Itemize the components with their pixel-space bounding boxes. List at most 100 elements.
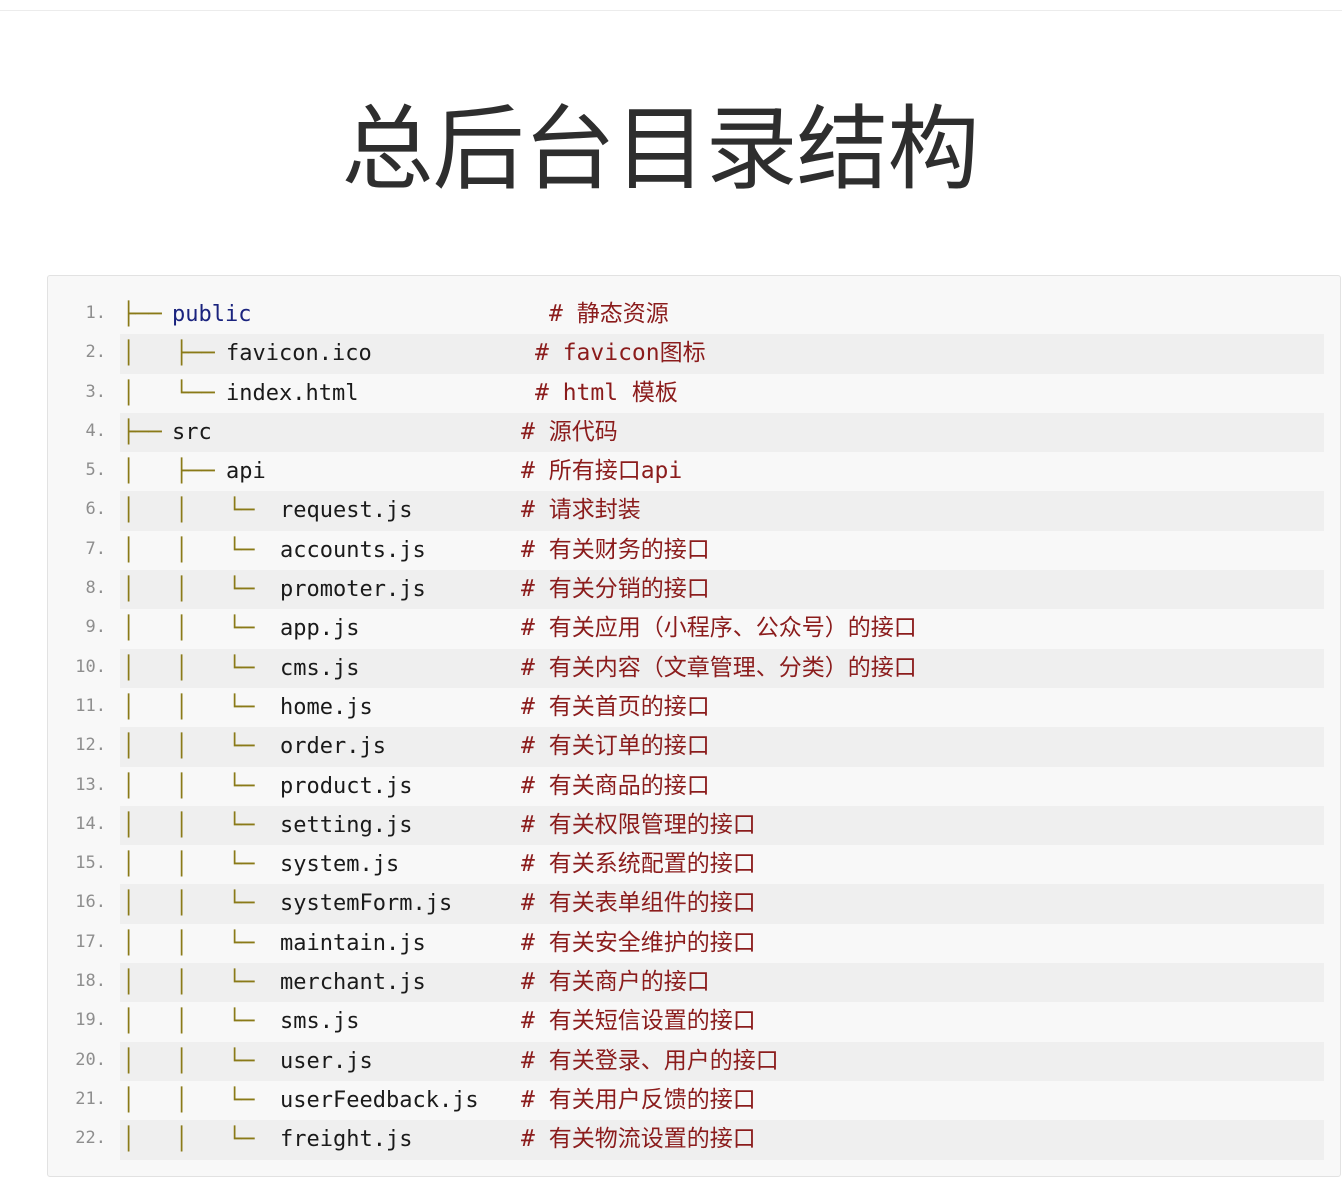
code-line: 1. ├── public # 静态资源 xyxy=(48,295,1340,334)
line-number: 1. xyxy=(85,303,106,323)
file-name: maintain.js xyxy=(280,930,426,956)
file-name: user.js xyxy=(280,1048,373,1074)
line-number: 20. xyxy=(75,1049,106,1070)
line-number: 5. xyxy=(85,460,106,481)
line-highlight xyxy=(120,452,1324,491)
file-name: request.js xyxy=(280,498,413,524)
tree-branch: │ │ └─ xyxy=(122,577,255,603)
code-comment: # 有关权限管理的接口 xyxy=(521,811,756,838)
line-number: 12. xyxy=(75,735,106,756)
line-number: 9. xyxy=(85,617,106,638)
line-number: 10. xyxy=(75,656,106,677)
code-line: 2. │ ├── favicon.ico # favicon图标 xyxy=(48,334,1340,374)
tree-branch: │ │ └─ xyxy=(122,812,255,838)
file-name: index.html xyxy=(226,380,359,406)
code-comment: # 请求封装 xyxy=(521,497,641,524)
code-comment: # 源代码 xyxy=(521,418,618,445)
tree-branch: │ │ └─ xyxy=(122,773,255,799)
top-divider xyxy=(0,10,1342,11)
file-name: app.js xyxy=(280,616,360,642)
tree-branch: │ │ └─ xyxy=(122,970,255,996)
line-highlight xyxy=(120,295,1324,334)
line-number: 17. xyxy=(75,931,106,952)
code-comment: # 有关首页的接口 xyxy=(521,693,710,720)
code-line: 15. │ │ └─ system.js # 有关系统配置的接口 xyxy=(48,845,1340,884)
line-number: 22. xyxy=(75,1128,106,1149)
code-line: 11. │ │ └─ home.js # 有关首页的接口 xyxy=(48,688,1340,727)
line-highlight xyxy=(120,412,1324,453)
tree-branch: │ │ └─ xyxy=(122,852,255,878)
line-number: 16. xyxy=(75,892,106,913)
tree-branch: │ │ └─ xyxy=(122,734,255,760)
code-line: 21. │ │ └─ userFeedback.js # 有关用户反馈的接口 xyxy=(48,1081,1340,1120)
tree-branch: │ │ └─ xyxy=(122,1087,255,1113)
code-comment: # 有关订单的接口 xyxy=(521,733,710,760)
code-line: 6. │ │ └─ request.js # 请求封装 xyxy=(48,491,1340,531)
page-title: 总后台目录结构 xyxy=(341,96,979,203)
tree-branch: │ │ └─ xyxy=(122,1048,255,1074)
file-name: public xyxy=(172,302,252,327)
tree-branch: ├── xyxy=(122,419,175,445)
code-line: 13. │ │ └─ product.js # 有关商品的接口 xyxy=(48,767,1340,806)
code-line: 16. │ │ └─ systemForm.js # 有关表单组件的接口 xyxy=(48,884,1340,924)
code-comment: # 有关内容（文章管理、分类）的接口 xyxy=(521,654,917,681)
code-comment: # 有关应用（小程序、公众号）的接口 xyxy=(521,615,917,642)
tree-branch: │ │ └─ xyxy=(122,498,255,524)
file-name: home.js xyxy=(280,694,373,720)
tree-branch: │ │ └─ xyxy=(122,1127,255,1153)
line-number: 15. xyxy=(75,853,106,874)
file-name: cms.js xyxy=(280,655,360,681)
line-number: 2. xyxy=(85,342,106,363)
line-number: 11. xyxy=(75,695,106,716)
code-line: 18. │ │ └─ merchant.js # 有关商户的接口 xyxy=(48,963,1340,1003)
file-name: systemForm.js xyxy=(280,891,453,917)
code-comment: # 所有接口api xyxy=(521,458,683,485)
code-lines: 1. ├── public # 静态资源 2. │ ├── favicon.ico # f… xyxy=(48,295,1340,1160)
line-number: 19. xyxy=(75,1010,106,1031)
file-name: freight.js xyxy=(280,1127,413,1153)
tree-branch: ├── xyxy=(122,302,175,327)
code-line: 8. │ │ └─ promoter.js # 有关分销的接口 xyxy=(48,570,1340,610)
tree-branch: │ │ └─ xyxy=(122,1009,255,1035)
file-name: sms.js xyxy=(280,1009,360,1035)
line-number: 14. xyxy=(75,813,106,834)
file-name: favicon.ico xyxy=(226,341,372,367)
line-number: 4. xyxy=(85,420,106,441)
code-line: 10. │ │ └─ cms.js # 有关内容（文章管理、分类）的接口 xyxy=(48,648,1340,688)
line-number: 7. xyxy=(85,538,106,559)
tree-branch: │ │ └─ xyxy=(122,694,255,720)
file-name: product.js xyxy=(280,773,413,799)
tree-branch: │ │ └─ xyxy=(122,655,255,681)
file-name: src xyxy=(172,419,212,445)
code-line: 17. │ │ └─ maintain.js # 有关安全维护的接口 xyxy=(48,924,1340,963)
code-comment: # 有关短信设置的接口 xyxy=(521,1008,756,1035)
code-comment: # 有关安全维护的接口 xyxy=(521,929,756,956)
code-comment: # 有关物流设置的接口 xyxy=(521,1126,756,1153)
file-name: api xyxy=(226,459,266,485)
code-comment: # html 模板 xyxy=(535,379,678,406)
code-comment: # 有关商品的接口 xyxy=(521,772,710,799)
line-number: 8. xyxy=(85,578,106,599)
code-block: 1. ├── public # 静态资源 2. │ ├── favicon.ico # f… xyxy=(47,275,1341,1177)
file-name: system.js xyxy=(280,852,400,878)
file-name: order.js xyxy=(280,734,386,760)
file-name: setting.js xyxy=(280,812,413,838)
file-name: userFeedback.js xyxy=(280,1087,479,1113)
code-comment: # 有关用户反馈的接口 xyxy=(521,1086,756,1113)
code-line: 14. │ │ └─ setting.js # 有关权限管理的接口 xyxy=(48,805,1340,846)
tree-branch: │ │ └─ xyxy=(122,537,255,563)
code-line: 4. ├── src # 源代码 xyxy=(48,412,1340,453)
line-number: 6. xyxy=(85,499,106,520)
code-comment: # 有关财务的接口 xyxy=(521,536,710,563)
file-name: accounts.js xyxy=(280,537,426,563)
file-name: promoter.js xyxy=(280,577,426,603)
line-number: 13. xyxy=(75,774,106,795)
code-line: 7. │ │ └─ accounts.js # 有关财务的接口 xyxy=(48,531,1340,570)
tree-branch: │ │ └─ xyxy=(122,930,255,956)
code-comment: # 静态资源 xyxy=(549,301,669,327)
file-name: merchant.js xyxy=(280,970,426,996)
code-comment: # favicon图标 xyxy=(535,340,706,367)
line-number: 21. xyxy=(75,1088,106,1109)
code-line: 9. │ │ └─ app.js # 有关应用（小程序、公众号）的接口 xyxy=(48,609,1340,648)
tree-branch: │ │ └─ xyxy=(122,891,255,917)
